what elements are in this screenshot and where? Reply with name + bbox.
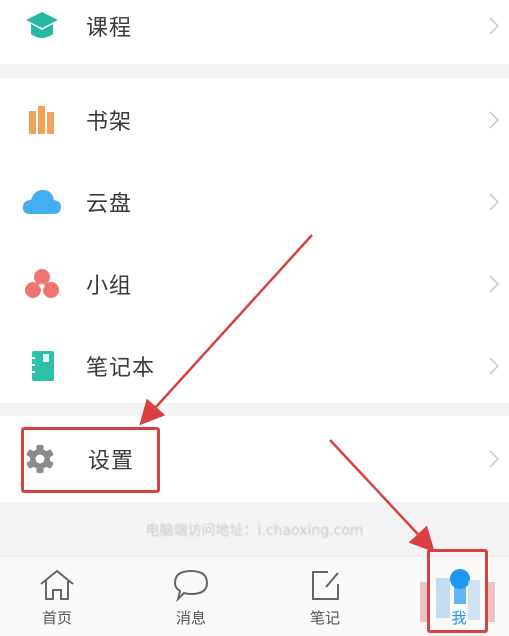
tab-notes[interactable]: 笔记 bbox=[275, 557, 375, 636]
tab-label: 我 bbox=[451, 609, 467, 627]
tab-label: 笔记 bbox=[309, 609, 340, 627]
menu-item-settings[interactable]: 设置 bbox=[0, 419, 509, 499]
tab-home[interactable]: 首页 bbox=[7, 557, 107, 636]
graduation-cap-icon bbox=[22, 6, 62, 46]
bookshelf-icon bbox=[22, 100, 62, 140]
chevron-right-icon bbox=[489, 275, 500, 293]
bottom-tab-bar: 首页 消息 笔记 我 bbox=[0, 556, 509, 636]
chevron-right-icon bbox=[489, 17, 500, 35]
menu-item-courses[interactable]: 课程 bbox=[0, 0, 509, 66]
menu-item-group[interactable]: 小组 bbox=[0, 244, 509, 324]
tab-label: 首页 bbox=[41, 609, 72, 627]
home-icon bbox=[37, 567, 77, 603]
message-icon bbox=[171, 567, 211, 603]
menu-item-label: 小组 bbox=[86, 274, 133, 299]
group-icon bbox=[22, 264, 62, 304]
menu-item-label: 笔记本 bbox=[86, 356, 156, 381]
chevron-right-icon bbox=[489, 357, 500, 375]
section-tools: 书架 云盘 小组 笔记本 bbox=[0, 78, 509, 403]
tab-me[interactable]: 我 bbox=[409, 557, 509, 636]
chevron-right-icon bbox=[489, 450, 500, 468]
menu-item-label: 设置 bbox=[88, 449, 135, 474]
menu-item-notebook[interactable]: 笔记本 bbox=[0, 326, 509, 406]
chevron-right-icon bbox=[489, 111, 500, 129]
menu-item-cloud-drive[interactable]: 云盘 bbox=[0, 162, 509, 242]
section-settings: 设置 bbox=[0, 416, 509, 502]
tab-messages[interactable]: 消息 bbox=[141, 557, 241, 636]
footer-note: 电脑端访问地址：i.chaoxing.com bbox=[145, 523, 364, 539]
notebook-icon bbox=[22, 346, 62, 386]
menu-item-bookshelf[interactable]: 书架 bbox=[0, 80, 509, 160]
menu-item-label: 云盘 bbox=[86, 192, 133, 217]
note-edit-icon bbox=[305, 567, 345, 603]
menu-item-label: 课程 bbox=[86, 16, 133, 41]
cloud-icon bbox=[22, 182, 62, 222]
gear-icon bbox=[20, 439, 60, 479]
section-courses: 课程 bbox=[0, 0, 509, 64]
chevron-right-icon bbox=[489, 193, 500, 211]
user-icon bbox=[439, 567, 479, 604]
tab-label: 消息 bbox=[175, 609, 206, 627]
menu-item-label: 书架 bbox=[86, 110, 133, 135]
